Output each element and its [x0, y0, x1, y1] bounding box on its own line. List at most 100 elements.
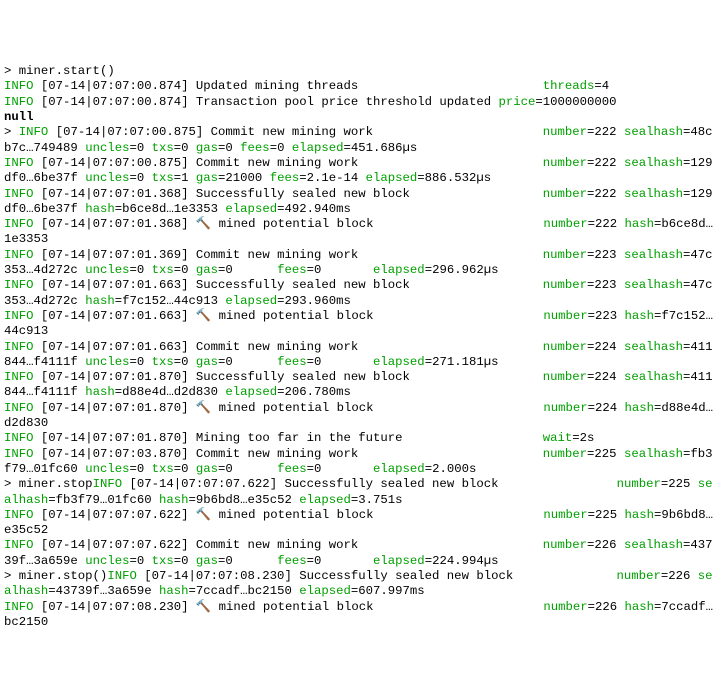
log-key: number	[543, 309, 587, 323]
log-key: txs	[152, 355, 174, 369]
log-message: 🔨 mined potential block	[196, 217, 374, 231]
log-level: INFO	[4, 600, 34, 614]
log-level: INFO	[107, 569, 137, 583]
log-level: INFO	[4, 309, 34, 323]
log-key: hash	[625, 600, 655, 614]
log-key: gas	[196, 141, 218, 155]
log-level: INFO	[4, 370, 34, 384]
prompt: >	[4, 125, 19, 139]
log-message: Transaction pool price threshold updated	[196, 95, 491, 109]
log-key: number	[543, 447, 587, 461]
log-timestamp: [07-14|07:07:07.622]	[129, 477, 277, 491]
log-key: gas	[196, 462, 218, 476]
log-message: Successfully sealed new block	[196, 278, 410, 292]
log-key: fees	[240, 141, 270, 155]
log-message: Commit new mining work	[196, 447, 358, 461]
log-key: number	[543, 278, 587, 292]
log-key: hash	[85, 294, 115, 308]
log-key: hash	[625, 309, 655, 323]
log-timestamp: [07-14|07:07:07.622]	[41, 508, 189, 522]
log-key: number	[543, 217, 587, 231]
log-timestamp: [07-14|07:07:00.875]	[41, 156, 189, 170]
log-key: elapsed	[373, 263, 425, 277]
log-timestamp: [07-14|07:07:01.369]	[41, 248, 189, 262]
log-key: hash	[159, 493, 189, 507]
log-key: elapsed	[373, 462, 425, 476]
log-level: INFO	[4, 278, 34, 292]
log-key: number	[543, 248, 587, 262]
log-key: number	[543, 538, 587, 552]
log-message: 🔨 mined potential block	[196, 309, 374, 323]
log-timestamp: [07-14|07:07:03.870]	[41, 447, 189, 461]
log-key: sealhash	[624, 125, 683, 139]
log-level: INFO	[4, 156, 34, 170]
log-timestamp: [07-14|07:07:08.230]	[144, 569, 292, 583]
log-timestamp: [07-14|07:07:01.663]	[41, 340, 189, 354]
log-timestamp: [07-14|07:07:01.663]	[41, 278, 189, 292]
log-message: 🔨 mined potential block	[196, 600, 374, 614]
log-timestamp: [07-14|07:07:01.368]	[41, 217, 189, 231]
log-key: txs	[152, 171, 174, 185]
log-level: INFO	[4, 217, 34, 231]
log-key: sealhash	[624, 278, 683, 292]
log-key: price	[498, 95, 535, 109]
log-message: 🔨 mined potential block	[196, 508, 374, 522]
log-key: number	[543, 187, 587, 201]
log-key: gas	[196, 554, 218, 568]
log-key: number	[543, 600, 587, 614]
log-timestamp: [07-14|07:07:01.870]	[41, 401, 189, 415]
log-key: gas	[196, 263, 218, 277]
log-key: fees	[277, 263, 307, 277]
log-timestamp: [07-14|07:07:01.870]	[41, 431, 189, 445]
log-key: fees	[277, 554, 307, 568]
log-key: number	[617, 569, 661, 583]
log-key: number	[617, 477, 661, 491]
command: > miner.stop()	[4, 569, 107, 583]
log-key: fees	[277, 462, 307, 476]
log-key: number	[543, 125, 587, 139]
log-key: sealhash	[624, 156, 683, 170]
log-key: sealhash	[624, 447, 683, 461]
log-level: INFO	[4, 447, 34, 461]
log-message: 🔨 mined potential block	[196, 401, 374, 415]
log-key: uncles	[85, 462, 129, 476]
log-timestamp: [07-14|07:07:00.875]	[56, 125, 204, 139]
log-key: hash	[625, 508, 655, 522]
log-message: Successfully sealed new block	[196, 370, 410, 384]
prompt: >	[4, 64, 19, 78]
log-key: elapsed	[373, 355, 425, 369]
log-message: Mining too far in the future	[196, 431, 403, 445]
terminal-output[interactable]: > miner.start() INFO [07-14|07:07:00.874…	[0, 61, 722, 636]
log-level: INFO	[4, 187, 34, 201]
log-level: INFO	[19, 125, 49, 139]
log-message: Successfully sealed new block	[196, 187, 410, 201]
log-key: elapsed	[292, 141, 344, 155]
log-timestamp: [07-14|07:07:08.230]	[41, 600, 189, 614]
log-key: sealhash	[624, 538, 683, 552]
log-timestamp: [07-14|07:07:01.870]	[41, 370, 189, 384]
command: > miner.stop	[4, 477, 93, 491]
log-level: INFO	[4, 401, 34, 415]
log-message: Successfully sealed new block	[284, 477, 498, 491]
log-key: number	[543, 508, 587, 522]
log-key: uncles	[85, 355, 129, 369]
log-key: fees	[270, 171, 300, 185]
log-key: number	[543, 370, 587, 384]
log-message: Commit new mining work	[196, 156, 358, 170]
log-key: threads	[543, 79, 595, 93]
log-key: number	[543, 340, 587, 354]
log-key: number	[543, 401, 587, 415]
log-key: wait	[543, 431, 573, 445]
repl-null: null	[4, 110, 34, 124]
log-level: INFO	[93, 477, 123, 491]
log-key: gas	[196, 355, 218, 369]
log-timestamp: [07-14|07:07:00.874]	[41, 79, 189, 93]
log-key: sealhash	[624, 248, 683, 262]
log-level: INFO	[4, 508, 34, 522]
log-message: Commit new mining work	[211, 125, 373, 139]
log-message: Updated mining threads	[196, 79, 358, 93]
log-key: fees	[277, 355, 307, 369]
log-key: uncles	[85, 263, 129, 277]
log-key: txs	[152, 141, 174, 155]
log-message: Commit new mining work	[196, 340, 358, 354]
